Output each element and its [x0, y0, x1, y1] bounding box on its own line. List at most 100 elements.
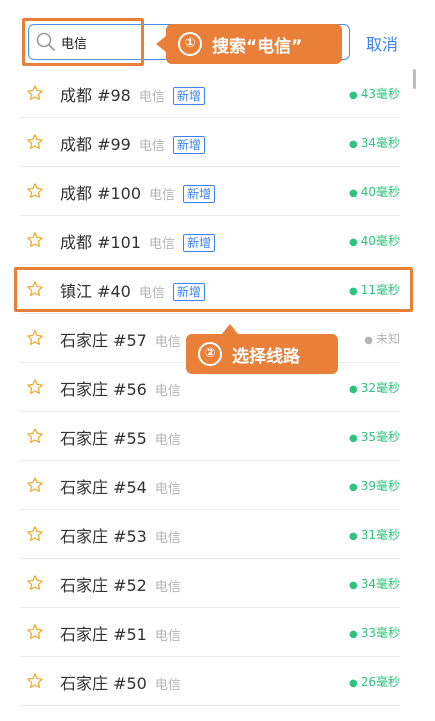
- server-name-group: 成都 #100 电信 新增: [60, 180, 216, 204]
- server-row[interactable]: 石家庄 #51 电信 ● 33毫秒: [20, 608, 400, 657]
- isp-label: 电信: [138, 139, 165, 154]
- server-list: 成都 #98 电信 新增 ● 43毫秒 成都 #99 电信 新增 ● 34毫秒 成都 #100 电信新…: [0, 69, 435, 706]
- star-icon[interactable]: [26, 525, 44, 543]
- latency-value: 26毫秒: [360, 675, 400, 689]
- latency-indicator: ● 34毫秒: [349, 575, 400, 592]
- server-name-group: 成都 #99 电信 新增: [60, 131, 205, 155]
- server-row[interactable]: 成都 #99 电信 新增 ● 34毫秒: [20, 118, 400, 167]
- star-icon[interactable]: [26, 378, 44, 396]
- latency-value: 31毫秒: [360, 528, 400, 542]
- star-icon[interactable]: [26, 623, 44, 641]
- cancel-button[interactable]: 取消: [366, 31, 398, 55]
- star-icon[interactable]: [26, 133, 44, 151]
- star-icon[interactable]: [26, 84, 44, 102]
- star-icon[interactable]: [26, 182, 44, 200]
- server-name: 成都 #101: [60, 233, 142, 252]
- isp-label: 电信: [154, 433, 181, 448]
- server-row[interactable]: 成都 #101 电信 新增 ● 40毫秒: [20, 216, 400, 265]
- status-dot-icon: ●: [348, 90, 358, 101]
- server-name-group: 成都 #98 电信 新增: [60, 82, 205, 106]
- isp-label: 电信: [154, 531, 181, 546]
- isp-label: 电信: [154, 482, 181, 497]
- step2-number: ②: [198, 342, 222, 366]
- search-highlight-box: [22, 18, 144, 66]
- status-dot-icon: ●: [348, 482, 358, 493]
- status-dot-icon: ●: [348, 237, 358, 248]
- new-badge: 新增: [172, 87, 205, 105]
- latency-value: 32毫秒: [360, 381, 400, 395]
- latency-indicator: ● 39毫秒: [349, 477, 400, 494]
- server-name-group: 石家庄 #55 电信: [60, 425, 181, 449]
- step2-text: 选择线路: [232, 346, 300, 367]
- status-dot-icon: ●: [348, 139, 358, 150]
- latency-value: 34毫秒: [360, 136, 400, 150]
- server-name: 石家庄 #54: [60, 478, 147, 497]
- server-row[interactable]: 石家庄 #53 电信 ● 31毫秒: [20, 510, 400, 559]
- star-icon[interactable]: [26, 574, 44, 592]
- latency-value: 未知: [375, 332, 400, 346]
- latency-indicator: ● 26毫秒: [349, 673, 400, 690]
- server-row[interactable]: 成都 #98 电信 新增 ● 43毫秒: [20, 69, 400, 118]
- server-name: 石家庄 #51: [60, 625, 147, 644]
- server-name: 石家庄 #55: [60, 429, 147, 448]
- server-name-group: 石家庄 #56 电信: [60, 376, 181, 400]
- step1-number: ①: [178, 32, 202, 56]
- server-name: 成都 #99: [60, 135, 131, 154]
- server-name-group: 石家庄 #57 电信: [60, 327, 181, 351]
- server-row[interactable]: 成都 #100 电信 新增 ● 40毫秒: [20, 167, 400, 216]
- isp-label: 电信: [154, 335, 181, 350]
- server-name: 石家庄 #50: [60, 674, 147, 693]
- server-name-group: 石家庄 #52 电信: [60, 572, 181, 596]
- status-dot-icon: ●: [348, 678, 358, 689]
- latency-value: 35毫秒: [360, 430, 400, 444]
- star-icon[interactable]: [26, 672, 44, 690]
- latency-indicator: ● 31毫秒: [349, 526, 400, 543]
- isp-label: 电信: [154, 580, 181, 595]
- isp-label: 电信: [138, 90, 165, 105]
- isp-label: 电信: [149, 188, 176, 203]
- step1-text: 搜索“电信”: [212, 36, 303, 57]
- status-dot-icon: ●: [348, 629, 358, 640]
- server-row[interactable]: 石家庄 #52 电信 ● 34毫秒: [20, 559, 400, 608]
- server-name-group: 石家庄 #53 电信: [60, 523, 181, 547]
- latency-indicator: ● 33毫秒: [349, 624, 400, 641]
- server-row[interactable]: 石家庄 #55 电信 ● 35毫秒: [20, 412, 400, 461]
- server-row[interactable]: 石家庄 #54 电信 ● 39毫秒: [20, 461, 400, 510]
- status-dot-icon: ●: [348, 433, 358, 444]
- star-icon[interactable]: [26, 329, 44, 347]
- latency-indicator: ● 40毫秒: [349, 183, 400, 200]
- latency-value: 43毫秒: [360, 87, 400, 101]
- latency-indicator: ● 40毫秒: [349, 232, 400, 249]
- isp-label: 电信: [154, 384, 181, 399]
- latency-indicator: ● 43毫秒: [349, 85, 400, 102]
- server-row[interactable]: 石家庄 #50 电信 ● 26毫秒: [20, 657, 400, 706]
- server-name-group: 石家庄 #54 电信: [60, 474, 181, 498]
- status-dot-icon: ●: [348, 188, 358, 199]
- isp-label: 电信: [154, 678, 181, 693]
- latency-value: 40毫秒: [360, 234, 400, 248]
- isp-label: 电信: [154, 629, 181, 644]
- star-icon[interactable]: [26, 427, 44, 445]
- latency-value: 34毫秒: [360, 577, 400, 591]
- star-icon[interactable]: [26, 231, 44, 249]
- server-name-group: 石家庄 #50 电信: [60, 670, 181, 694]
- new-badge: 新增: [183, 185, 216, 203]
- latency-value: 40毫秒: [360, 185, 400, 199]
- latency-value: 33毫秒: [360, 626, 400, 640]
- server-name: 成都 #98: [60, 86, 131, 105]
- row-highlight-box: [14, 267, 413, 312]
- step2-callout: ② 选择线路: [186, 324, 338, 374]
- new-badge: 新增: [172, 136, 205, 154]
- server-name-group: 成都 #101 电信 新增: [60, 229, 216, 253]
- latency-value: 39毫秒: [360, 479, 400, 493]
- status-dot-icon: ●: [348, 580, 358, 591]
- latency-indicator: ● 未知: [364, 330, 400, 347]
- server-name: 石家庄 #57: [60, 331, 147, 350]
- status-dot-icon: ●: [348, 531, 358, 542]
- server-name: 石家庄 #52: [60, 576, 147, 595]
- star-icon[interactable]: [26, 476, 44, 494]
- server-name: 石家庄 #56: [60, 380, 147, 399]
- server-name: 石家庄 #53: [60, 527, 147, 546]
- latency-indicator: ● 34毫秒: [349, 134, 400, 151]
- step1-callout: ① 搜索“电信”: [156, 24, 342, 64]
